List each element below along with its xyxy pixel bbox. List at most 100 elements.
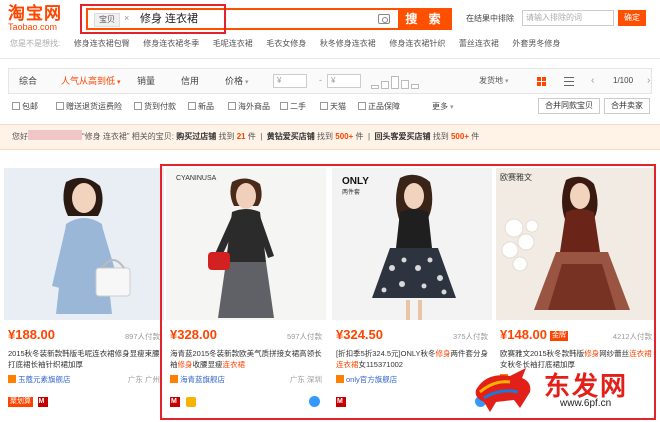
checkbox[interactable] (320, 102, 328, 110)
notice-query: “修身 连衣裙” 相关的宝贝: (82, 132, 177, 141)
notice-text: 找到 (432, 132, 449, 141)
search-highlight-frame (80, 4, 226, 34)
sort-tab-label: 价格 (225, 76, 244, 86)
watermark-url: www.6pf.cn (560, 398, 612, 409)
suggestion-link[interactable]: 毛衣女修身 (266, 38, 306, 49)
notice-text: 件 (471, 132, 480, 141)
distribution-bar (411, 84, 419, 89)
next-page-icon[interactable]: › (647, 69, 650, 93)
shop-icon (8, 375, 16, 383)
filter-label: 正品保障 (368, 102, 400, 111)
product-card[interactable]: ¥188.00 897人付款 2015秋冬装新款韩版毛呢连衣裙修身显瘦束腰打底裙… (4, 168, 164, 416)
list-view-icon[interactable] (564, 77, 574, 86)
notice-segment-label[interactable]: 购买过店铺 (176, 132, 216, 141)
suggestion-link[interactable]: 蕾丝连衣裙 (459, 38, 499, 49)
notice-text: 找到 (317, 132, 334, 141)
notice-greeting: 您好 (12, 132, 28, 141)
product-image[interactable] (4, 168, 164, 320)
chevron-down-icon: ▾ (450, 104, 454, 111)
distribution-bar (401, 80, 409, 89)
blurred-username (28, 130, 82, 140)
shop-name: 玉蔻元素旗舰店 (18, 375, 71, 384)
sort-down-icon: ▾ (117, 79, 121, 86)
distribution-bar (371, 85, 379, 89)
notice-count: 21 (236, 132, 246, 141)
product-title[interactable]: 2015秋冬装新款韩版毛呢连衣裙修身显瘦束腰打底裙长袖针织裙加厚 (8, 348, 160, 370)
price-distribution-chart[interactable] (371, 75, 423, 89)
sort-tab-sales[interactable]: 销量 (137, 69, 155, 93)
filter-label: 二手 (290, 102, 306, 111)
checkbox[interactable] (188, 102, 196, 110)
ship-from-select[interactable]: 发货地 ▾ (479, 69, 509, 94)
divider (0, 58, 660, 59)
suggestion-link[interactable]: 秋冬修身连衣裙 (320, 38, 376, 49)
page-indicator: 1/100 (613, 76, 634, 85)
sort-tab-label: 人气从高到低 (61, 76, 116, 86)
sort-tab-popularity[interactable]: 人气从高到低 ▾ (61, 69, 121, 93)
grid-view-icon[interactable] (537, 77, 546, 86)
site-watermark: 东发网 www.6pf.cn (470, 360, 656, 418)
sort-down-icon: ▾ (245, 79, 249, 86)
checkbox[interactable] (134, 102, 142, 110)
suggestion-prompt: 您是不是想找: (10, 39, 61, 48)
merge-same-items-button[interactable]: 合并同款宝贝 (538, 98, 600, 114)
notice-segment-label[interactable]: 黄钻爱买店铺 (267, 132, 315, 141)
filter-label: 包邮 (22, 102, 38, 111)
bull-logo-icon (475, 368, 531, 412)
exclude-input[interactable]: 请输入排除的词 (522, 10, 614, 26)
checkbox[interactable] (12, 102, 20, 110)
filter-label: 天猫 (330, 102, 346, 111)
notice-text: 找到 (218, 132, 235, 141)
price-max-input[interactable]: ¥ (327, 74, 361, 88)
suggestion-link[interactable]: 修身连衣裙冬季 (143, 38, 199, 49)
paid-count: 897人付款 (124, 332, 160, 341)
price-min-input[interactable]: ¥ (273, 74, 307, 88)
filter-return-insurance[interactable]: 赠送退货运费险 (56, 101, 122, 112)
tmall-icon[interactable] (37, 396, 48, 407)
sort-tab-credit[interactable]: 信用 (181, 69, 199, 93)
sort-tab-price[interactable]: 价格 ▾ (225, 69, 249, 93)
merge-sellers-button[interactable]: 合并卖家 (604, 98, 650, 114)
filter-genuine[interactable]: 正品保障 (358, 101, 400, 112)
search-button[interactable]: 搜 索 (398, 8, 452, 30)
filter-overseas[interactable]: 海外商品 (228, 101, 270, 112)
juhuasuan-badge[interactable]: 聚划算 (8, 396, 33, 407)
filter-label: 赠送退货运费险 (66, 102, 122, 111)
sort-bar: 综合 人气从高到低 ▾ 销量 信用 价格 ▾ ¥ - ¥ 发货地 ▾ ‹ 1/100 … (8, 68, 652, 94)
notice-segment-label[interactable]: 回头客爱买店铺 (375, 132, 431, 141)
more-filters-button[interactable]: 更多 ▾ (432, 101, 454, 112)
checkbox[interactable] (280, 102, 288, 110)
filter-label: 货到付款 (144, 102, 176, 111)
filter-free-shipping[interactable]: 包邮 (12, 101, 38, 112)
checkbox[interactable] (56, 102, 64, 110)
personalized-notice: 您好 “修身 连衣裙” 相关的宝贝: 购买过店铺 找到 21 件 | 黄钻爱买店铺… (0, 124, 660, 150)
checkbox[interactable] (228, 102, 236, 110)
distribution-bar (381, 81, 389, 89)
logo-text-en: Taobao.com (8, 22, 58, 32)
filter-new[interactable]: 新品 (188, 101, 214, 112)
price-range-dash: - (319, 75, 322, 85)
suggestion-link[interactable]: 修身连衣裙针织 (389, 38, 445, 49)
filter-tmall[interactable]: 天猫 (320, 101, 346, 112)
filter-label: 新品 (198, 102, 214, 111)
notice-text: 件 (247, 132, 256, 141)
suggestion-link[interactable]: 毛呢连衣裙 (213, 38, 253, 49)
prev-page-icon[interactable]: ‹ (591, 69, 594, 93)
suggestion-link[interactable]: 外套男冬修身 (512, 38, 560, 49)
sort-tab-default[interactable]: 综合 (19, 69, 37, 93)
chevron-down-icon: ▾ (505, 78, 509, 85)
shop-link[interactable]: 玉蔻元素旗舰店 (8, 374, 71, 385)
ship-from-label: 发货地 (479, 76, 503, 85)
camera-icon[interactable] (378, 14, 390, 24)
logo-text-cn: 淘宝网 (8, 4, 62, 23)
taobao-logo[interactable]: 淘宝网 Taobao.com (8, 4, 72, 34)
filter-secondhand[interactable]: 二手 (280, 101, 306, 112)
distribution-bar (391, 76, 399, 89)
checkbox[interactable] (358, 102, 366, 110)
product-badges: 聚划算 (8, 396, 51, 408)
suggestion-link[interactable]: 修身连衣裙包臀 (74, 38, 130, 49)
filter-cod[interactable]: 货到付款 (134, 101, 176, 112)
exclude-confirm-button[interactable]: 确定 (618, 10, 646, 26)
product-price: ¥188.00 (8, 327, 55, 342)
notice-text: 件 (355, 132, 364, 141)
